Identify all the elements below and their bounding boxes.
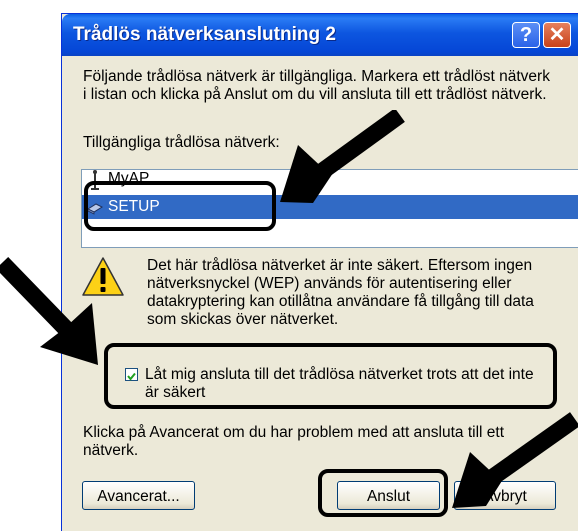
intro-line-1: Följande trådlösa nätverk är tillgänglig… xyxy=(83,68,550,85)
warning-line-4: som skickas över nätverket. xyxy=(147,311,339,328)
arrow-to-connect-icon xyxy=(452,412,578,508)
advanced-hint-line-2: nätverk. xyxy=(83,442,139,459)
title-bar[interactable]: Trådlös nätverksanslutning 2 ? ✕ xyxy=(62,14,578,56)
warning-line-1: Det här trådlösa nätverket är inte säker… xyxy=(147,257,533,274)
highlight-box-setup xyxy=(84,181,276,231)
networks-label: Tillgängliga trådlösa nätverk: xyxy=(83,134,280,151)
arrow-to-network-icon xyxy=(280,110,405,203)
warning-line-2: nätverksnyckel (WEP) används för autenti… xyxy=(147,275,512,292)
warning-line-3: datakryptering kan otillåtna användare f… xyxy=(147,293,534,310)
help-button[interactable]: ? xyxy=(512,22,540,48)
highlight-box-connect xyxy=(318,469,448,517)
advanced-button[interactable]: Avancerat... xyxy=(82,481,195,510)
arrow-to-checkbox-icon xyxy=(0,256,98,365)
close-button[interactable]: ✕ xyxy=(543,22,571,48)
highlight-box-checkbox xyxy=(104,343,557,409)
window-title: Trådlös nätverksanslutning 2 xyxy=(73,24,336,45)
intro-line-2: i listan och klicka på Anslut om du vill… xyxy=(83,86,547,103)
